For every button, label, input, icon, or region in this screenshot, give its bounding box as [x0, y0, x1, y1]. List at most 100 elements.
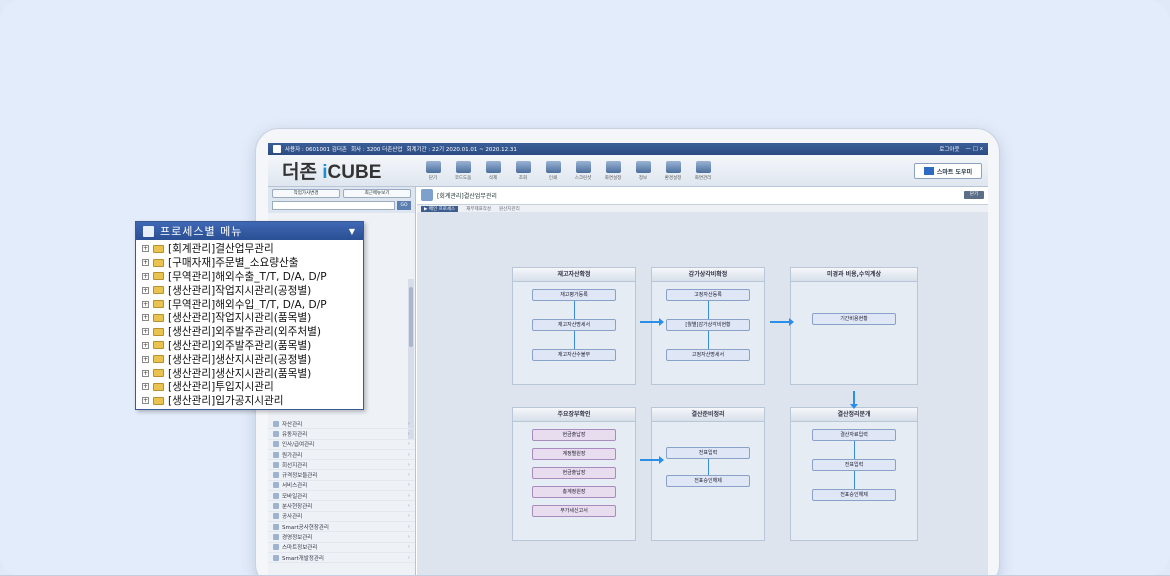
folder-icon [153, 244, 164, 253]
process-step-button[interactable]: 현금출납장 [532, 429, 616, 441]
close-button[interactable]: 닫기 [964, 191, 984, 199]
process-menu-item[interactable]: + [생산관리]생산지시관리(품목별) [136, 366, 363, 380]
toolbar-icon [575, 160, 591, 173]
process-menu-item[interactable]: + [생산관리]외주발주관리(외주처별) [136, 325, 363, 339]
sidebar-search-input[interactable] [272, 201, 395, 210]
toolbar-button[interactable]: 코드도움 [448, 160, 478, 181]
expand-icon[interactable]: + [142, 369, 149, 377]
folder-icon [273, 461, 279, 468]
process-step-button[interactable]: 전표승인해제 [666, 475, 750, 487]
expand-icon[interactable]: + [142, 245, 149, 253]
expand-icon[interactable]: + [142, 397, 149, 405]
toolbar-icon [545, 160, 561, 173]
process-step-button[interactable]: 고정자산등록 [666, 289, 750, 301]
popup-menu-list: + [회계관리]결산업무관리 + [구매자재]주문별_소요량산출 + [무역관리]해외수출… [136, 240, 363, 408]
expand-icon[interactable]: + [142, 272, 149, 280]
process-step-button[interactable]: 결산자료입력 [812, 429, 896, 441]
process-step-button[interactable]: 재고자산명세서 [532, 319, 616, 331]
window-controls[interactable]: — □ x [966, 146, 983, 152]
process-step-button[interactable]: 재고자산수불부 [532, 349, 616, 361]
toolbar: 더존 iCUBE 닫기 코드도움 삭제 조회 인쇄 스크린샷 화면설정 정보 환경설정 화면관리 … [268, 155, 988, 187]
sidebar-item[interactable]: 인사/급여관리 › [268, 440, 415, 450]
process-menu-item[interactable]: + [생산관리]투입지시관리 [136, 380, 363, 394]
chevron-down-icon[interactable]: ▼ [349, 227, 356, 236]
expand-icon[interactable]: + [142, 328, 149, 336]
arrow-down-icon [850, 391, 858, 409]
device-frame: 사용자 : 0601001 김더존 회사 : 3200 더존산업 회계기간 : … [255, 128, 1000, 576]
folder-icon [273, 482, 279, 489]
chevron-right-icon: › [407, 472, 410, 479]
popup-header[interactable]: 프로세스별 메뉴 ▼ [136, 222, 363, 240]
logout-button[interactable]: 로그아웃 [939, 145, 959, 153]
process-step-button[interactable]: 전표입력 [812, 459, 896, 471]
toolbar-button[interactable]: 환경설정 [658, 160, 688, 181]
smart-helper-button[interactable]: 스마트 도우미 [914, 163, 982, 179]
process-menu-item[interactable]: + [생산관리]작업지시관리(품목별) [136, 310, 363, 326]
process-step-button[interactable]: 전표승인해제 [812, 489, 896, 501]
sidebar-scrollbar[interactable] [408, 279, 414, 439]
toolbar-label: 코드도움 [454, 175, 472, 181]
process-step-button[interactable]: [월별]감가상각비현황 [666, 319, 750, 331]
process-step-button[interactable]: 계정별원장 [532, 448, 616, 460]
process-menu-item[interactable]: + [생산관리]작업지시관리(공정별) [136, 283, 363, 297]
sidebar-item-label: 분사현장관리 [282, 504, 313, 511]
toolbar-button[interactable]: 조회 [508, 160, 538, 181]
sidebar-item[interactable]: 스마트정보관리 › [268, 543, 415, 553]
process-menu-item[interactable]: + [생산관리]생산지시관리(공정별) [136, 352, 363, 366]
toolbar-icon [455, 160, 471, 173]
sidebar-btn-recent[interactable]: 최근메뉴보기 [343, 189, 411, 198]
sidebar-go-button[interactable]: GO [397, 201, 411, 210]
process-step-button[interactable]: 부가세신고서 [532, 505, 616, 517]
process-menu-item[interactable]: + [생산관리]입가공지시관리 [136, 394, 363, 408]
expand-icon[interactable]: + [142, 300, 149, 308]
process-column-title: 결산준비정리 [652, 408, 764, 422]
sidebar-item[interactable]: Smart공사현장관리 › [268, 522, 415, 533]
tab-main-process[interactable]: ▶ 메인 프로세스 [421, 205, 459, 212]
chevron-right-icon: › [407, 503, 410, 510]
tab-financial[interactable]: 재무제표작성 [466, 206, 491, 212]
toolbar-button[interactable]: 화면설정 [598, 160, 628, 181]
expand-icon[interactable]: + [142, 286, 149, 294]
process-step-button[interactable]: 재고평가등록 [532, 289, 616, 301]
process-step-button[interactable]: 총계정원장 [532, 486, 616, 498]
main-panel: [회계관리]결산업무관리 닫기 ▶ 메인 프로세스 재무제표작성 원산지관리 재… [417, 187, 988, 576]
process-menu-item[interactable]: + [무역관리]해외수출_T/T, D/A, D/P [136, 270, 363, 284]
sidebar-item[interactable]: Smart개발정관리 › [268, 553, 415, 564]
sidebar-item[interactable]: 규격정보들관리 › [268, 470, 415, 481]
expand-icon[interactable]: + [142, 341, 149, 349]
process-menu-item[interactable]: + [구매자재]주문별_소요량산출 [136, 256, 363, 270]
toolbar-button[interactable]: 화면관리 [688, 160, 718, 181]
sidebar-item[interactable]: 모바일관리 › [268, 491, 415, 502]
expand-icon[interactable]: + [142, 355, 149, 363]
toolbar-button[interactable]: 삭제 [478, 160, 508, 181]
process-column-title: 주요장부확인 [513, 408, 635, 422]
sidebar-item[interactable]: 원가관리 › [268, 450, 415, 461]
sidebar-item[interactable]: 분사현장관리 › [268, 501, 415, 512]
toolbar-button[interactable]: 스크린샷 [568, 160, 598, 181]
process-step-button[interactable]: 현금출납장 [532, 467, 616, 479]
process-step-button[interactable]: 고정자산명세서 [666, 349, 750, 361]
sidebar-item[interactable]: 공사관리 › [268, 512, 415, 522]
toolbar-label: 닫기 [428, 175, 438, 181]
expand-icon[interactable]: + [142, 259, 149, 267]
period-info: 회계기간 : 22기 2020.01.01 ~ 2020.12.31 [406, 147, 517, 153]
sidebar-item[interactable]: 경영정보관리 › [268, 532, 415, 543]
sidebar-item[interactable]: 회선지관리 › [268, 460, 415, 471]
process-menu-item[interactable]: + [생산관리]외주발주관리(품목별) [136, 339, 363, 353]
process-menu-item[interactable]: + [무역관리]해외수입_T/T, D/A, D/P [136, 297, 363, 311]
sidebar-btn-change[interactable]: 작업가사변경 [272, 189, 340, 198]
sidebar-item[interactable]: 서비스관리 › [268, 481, 415, 492]
toolbar-button[interactable]: 닫기 [418, 160, 448, 181]
process-step-button[interactable]: 전표입력 [666, 447, 750, 459]
toolbar-button[interactable]: 인쇄 [538, 160, 568, 181]
sidebar-item-label: 서비스관리 [282, 483, 308, 490]
toolbar-button[interactable]: 정보 [628, 160, 658, 181]
process-menu-item[interactable]: + [회계관리]결산업무관리 [136, 242, 363, 256]
expand-icon[interactable]: + [142, 314, 149, 322]
expand-icon[interactable]: + [142, 383, 149, 391]
sidebar-item[interactable]: 유동자관리 › [268, 429, 415, 440]
process-step-button[interactable]: 기간비용현황 [812, 313, 896, 325]
tab-origin[interactable]: 원산지관리 [499, 206, 520, 212]
sidebar-item[interactable]: 자산관리 › [268, 419, 415, 430]
scroll-thumb[interactable] [409, 287, 413, 347]
